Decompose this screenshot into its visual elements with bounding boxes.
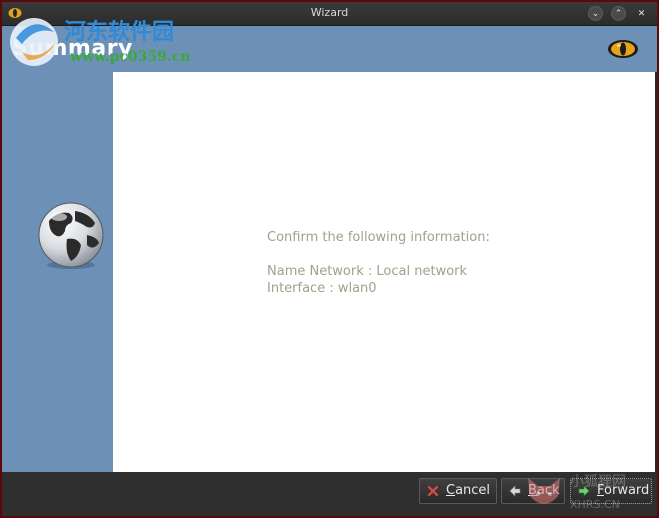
minimize-button[interactable]: ⌄ [588,6,603,21]
cancel-button[interactable]: Cancel [419,478,497,504]
network-name-info: Name Network : Local network [267,264,468,279]
watermark-corner-sub: XHRS.CN [570,498,620,511]
back-arrow-icon [509,485,521,497]
sidebar [2,72,113,472]
watermark-fox-icon [528,478,560,504]
close-button[interactable]: ✕ [634,6,649,21]
watermark-corner-text: 小狐狸网 [570,474,626,490]
summary-panel: Confirm the following information: Name … [113,72,655,472]
watermark-site-name: 河东软件园 [64,19,175,45]
maximize-button[interactable]: ⌃ [611,6,626,21]
confirm-intro-text: Confirm the following information: [267,230,490,245]
wizard-window: Wizard ⌄ ⌃ ✕ Summary 河东软件园 www.pc0359.cn [2,2,657,516]
globe-icon [38,202,104,269]
interface-info: Interface : wlan0 [267,281,377,296]
watermark-logo-icon [10,18,58,66]
eye-icon [608,40,638,58]
cancel-label: ancel [455,483,491,498]
watermark-url: www.pc0359.cn [70,49,191,65]
cancel-mnemonic: C [446,483,456,498]
cancel-icon [427,485,439,497]
